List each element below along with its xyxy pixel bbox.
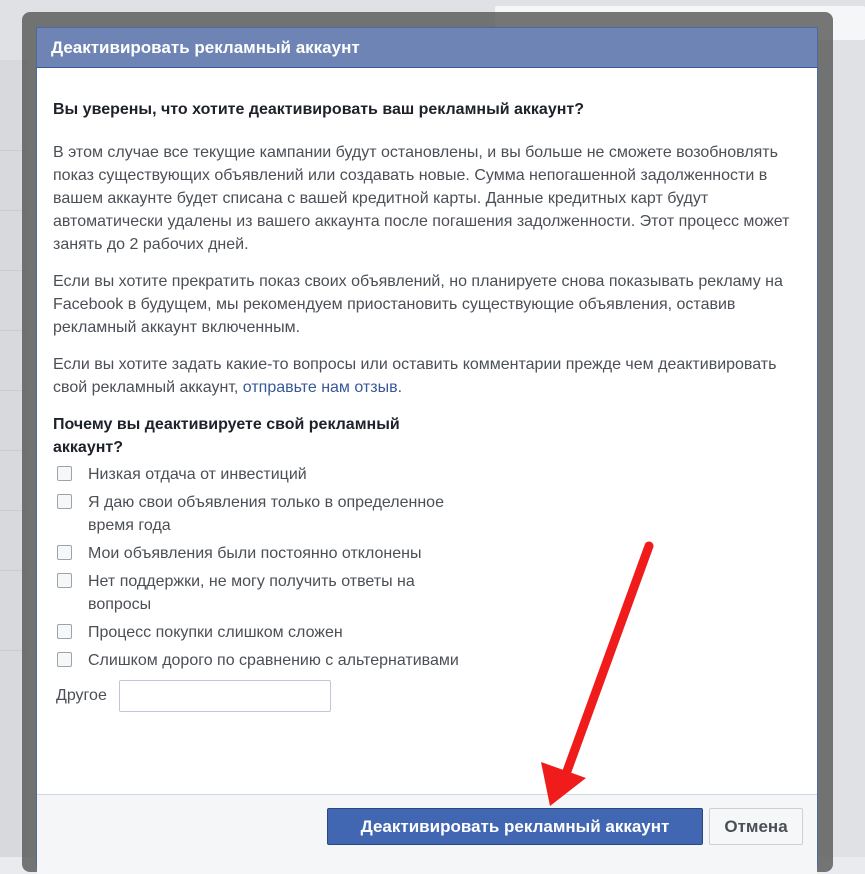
dialog-body: Вы уверены, что хотите деактивировать ва…: [37, 68, 817, 712]
confirm-question: Вы уверены, что хотите деактивировать ва…: [53, 101, 584, 118]
info-paragraph-3-text: Если вы хотите задать какие-то вопросы и…: [53, 356, 777, 396]
info-paragraph-3-end: .: [397, 379, 403, 396]
reason-item[interactable]: Мои объявления были постоянно отклонены: [53, 542, 801, 565]
reason-checkbox[interactable]: [57, 652, 72, 667]
other-reason-row: Другое: [53, 680, 801, 712]
deactivate-dialog: Деактивировать рекламный аккаунт Вы увер…: [36, 27, 818, 874]
reason-checkbox[interactable]: [57, 494, 72, 509]
reason-item[interactable]: Нет поддержки, не могу получить ответы н…: [53, 570, 801, 616]
reason-item[interactable]: Слишком дорого по сравнению с альтернати…: [53, 649, 801, 672]
reasons-title: Почему вы деактивируете свой рекламный а…: [53, 416, 400, 456]
reason-label: Слишком дорого по сравнению с альтернати…: [88, 652, 459, 669]
deactivate-account-button[interactable]: Деактивировать рекламный аккаунт: [327, 808, 703, 845]
cancel-button[interactable]: Отмена: [709, 808, 803, 845]
reason-label: Я даю свои объявления только в определен…: [88, 494, 444, 534]
reason-label: Низкая отдача от инвестиций: [88, 466, 307, 483]
other-reason-input[interactable]: [118, 680, 331, 712]
info-paragraph-3: Если вы хотите задать какие-то вопросы и…: [53, 353, 801, 399]
reason-checkbox[interactable]: [57, 545, 72, 560]
dialog-title: Деактивировать рекламный аккаунт: [37, 28, 817, 68]
reason-label: Нет поддержки, не могу получить ответы н…: [88, 573, 415, 613]
reason-item[interactable]: Низкая отдача от инвестиций: [53, 463, 801, 486]
feedback-link[interactable]: отправьте нам отзыв: [243, 379, 398, 396]
info-paragraph-2: Если вы хотите прекратить показ своих об…: [53, 273, 783, 336]
reasons-list: Низкая отдача от инвестиций Я даю свои о…: [53, 463, 801, 672]
reason-checkbox[interactable]: [57, 466, 72, 481]
info-paragraph-1: В этом случае все текущие кампании будут…: [53, 144, 790, 253]
reason-checkbox[interactable]: [57, 624, 72, 639]
reason-label: Мои объявления были постоянно отклонены: [88, 545, 422, 562]
reason-item[interactable]: Процесс покупки слишком сложен: [53, 621, 801, 644]
reason-item[interactable]: Я даю свои объявления только в определен…: [53, 491, 801, 537]
other-label: Другое: [56, 687, 107, 704]
reason-label: Процесс покупки слишком сложен: [88, 624, 343, 641]
dialog-footer: Деактивировать рекламный аккаунт Отмена: [37, 794, 817, 874]
reason-checkbox[interactable]: [57, 573, 72, 588]
